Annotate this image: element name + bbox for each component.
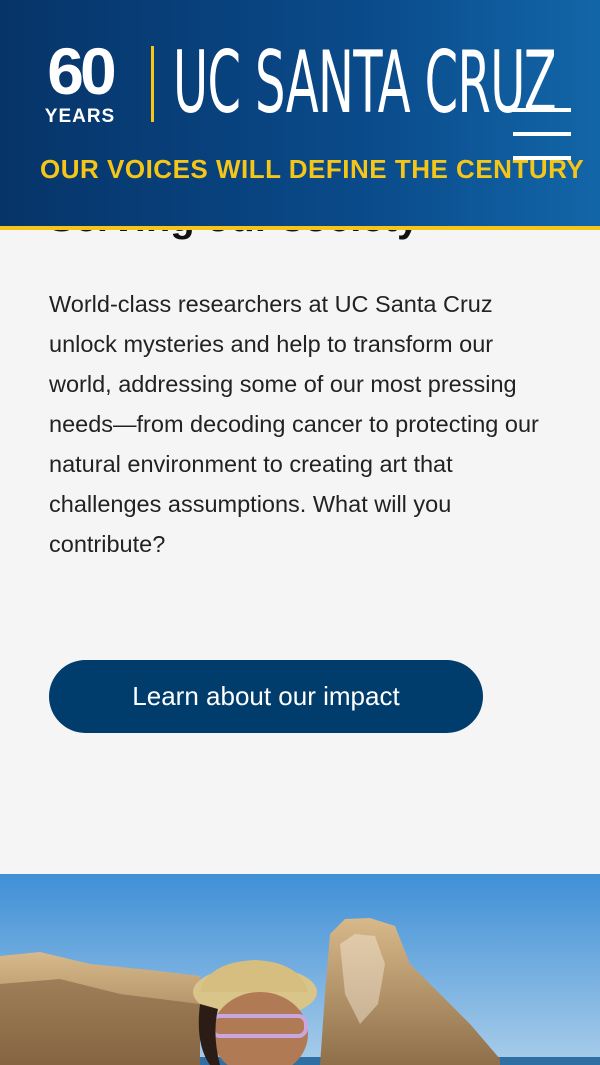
researcher-coast-photo	[0, 874, 600, 1065]
logo-divider	[151, 46, 154, 122]
site-header: 60 YEARS UC SANTA CRUZ OUR VOICES WILL D…	[0, 0, 600, 230]
university-wordmark[interactable]: UC SANTA CRUZ	[173, 28, 557, 138]
hamburger-menu-icon[interactable]	[513, 108, 571, 160]
header-tagline: OUR VOICES WILL DEFINE THE CENTURY	[40, 154, 585, 184]
anniversary-word: YEARS	[45, 106, 115, 126]
anniversary-number: 60	[47, 44, 114, 108]
sixty-years-logo[interactable]: 60 YEARS	[30, 44, 130, 126]
section-body: World-class researchers at UC Santa Cruz…	[49, 291, 539, 557]
learn-impact-button[interactable]: Learn about our impact	[49, 660, 483, 733]
